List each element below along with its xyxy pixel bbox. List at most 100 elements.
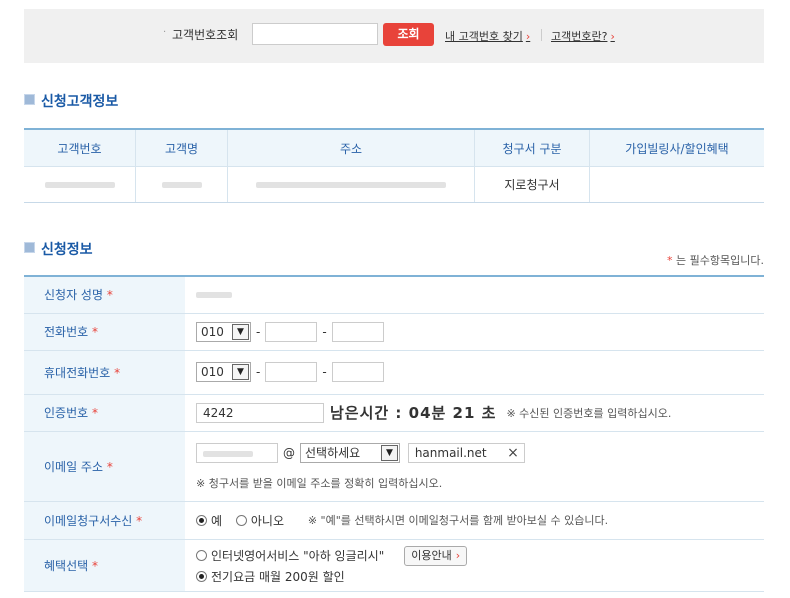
dash: - [256,324,261,339]
customer-info-table: 고객번호 고객명 주소 청구서 구분 가입빌링사/할인혜택 지로청구서 [24,128,764,203]
ebill-hint: ※ "예"를 선택하시면 이메일청구서를 함께 받아보실 수 있습니다. [307,514,609,527]
required-star: * [114,365,121,380]
row-ebill: 이메일청구서수신 * 예 아니오 ※ "예"를 선택하시면 이메일청구서를 함께… [24,501,764,540]
ebill-yes-radio[interactable] [196,514,207,526]
required-star: * [92,325,98,339]
phone-last-input[interactable] [331,321,384,342]
label-text: 인증번호 [44,406,89,420]
mobile-fields: 010 ▼ - - [185,350,764,395]
label-mobile: 휴대전화번호 * [24,350,185,395]
row-auth-code: 인증번호 * 4242 남은시간 : 04분 21 초 ※ 수신된 인증번호를 입력… [24,394,764,432]
redacted-text [44,182,115,188]
value-applicant-name [185,276,764,314]
phone-fields: 010 ▼ - - [185,313,764,351]
benefit-english-label: 인터넷영어서비스 "아하 잉글리시" [211,549,385,563]
email-hint: ※ 청구서를 받을 이메일 주소를 정확히 입력하십시오. [196,477,443,490]
phone-prefix-select[interactable]: 010 ▼ [196,321,251,342]
cell-benefit [589,166,764,203]
ebill-yes-label: 예 [211,513,223,528]
remaining-time: 남은시간 : 04분 21 초 [330,404,497,422]
find-customer-number-link[interactable]: 내 고객번호 찾기 › [445,28,530,44]
chevron-down-icon: ▼ [232,323,249,340]
row-phone: 전화번호 * 010 ▼ - - [24,313,764,351]
label-auth-code: 인증번호 * [24,394,185,432]
what-is-customer-number-link[interactable]: 고객번호란? › [551,28,615,44]
benefit-english-radio[interactable] [196,550,207,561]
email-input-line: @ 선택하세요 ▼ hanmail.net × [196,443,763,463]
email-domain-input[interactable]: hanmail.net × [407,443,525,463]
label-phone: 전화번호 * [24,313,185,351]
cell-customer-number [24,166,136,203]
chevron-down-icon: ▼ [381,445,398,461]
cell-address [227,166,475,203]
select-value: 선택하세요 [305,446,361,460]
mobile-prefix-select[interactable]: 010 ▼ [196,362,251,382]
cell-customer-name [135,166,228,203]
email-fields: @ 선택하세요 ▼ hanmail.net × ※ 청구서를 받을 이메일 주소를 정… [185,431,764,502]
search-button[interactable]: 조회 [383,23,434,46]
at-sign: @ [283,446,295,460]
dash: - [256,365,261,379]
row-applicant-name: 신청자 성명 * [24,276,764,314]
label-text: 이메일청구서수신 [44,513,133,528]
benefit-discount-label: 전기요금 매월 200원 할인 [211,569,345,584]
col-customer-number: 고객번호 [24,129,136,167]
mobile-last-input[interactable] [331,362,384,382]
usage-guide-button[interactable]: 이용안내 › [404,545,468,566]
col-benefit: 가입빌링사/할인혜택 [589,129,764,167]
benefit-option-1: 인터넷영어서비스 "아하 잉글리시" 이용안내 › [196,545,763,566]
auth-hint: ※ 수신된 인증번호를 입력하십시오. [506,406,672,420]
auth-code-input[interactable]: 4242 [196,402,324,423]
application-info-title: 신청정보 [24,239,93,259]
benefit-discount-radio[interactable] [196,570,207,582]
email-id-input[interactable] [196,443,278,463]
redacted-text [203,450,253,457]
row-benefit: 혜택선택 * 인터넷영어서비스 "아하 잉글리시" 이용안내 › 전기요금 매월 2… [24,539,764,592]
lookup-label: 고객번호조회 [172,28,239,42]
clear-icon[interactable]: × [507,444,519,462]
label-text: 신청자 성명 [44,288,104,303]
customer-number-input[interactable] [252,23,378,45]
cell-billing-type: 지로청구서 [474,166,590,203]
dash: - [322,365,327,379]
label-email: 이메일 주소 * [24,431,185,502]
application-form: 신청자 성명 * 전화번호 * 010 ▼ - - 휴대전화번호 * 010 ▼ - - 인… [24,275,764,592]
redacted-text [161,182,202,188]
redacted-text [196,292,232,299]
label-text: 혜택선택 [44,558,89,573]
bullet: · [163,27,167,38]
ebill-no-radio[interactable] [235,514,247,526]
domain-value: hanmail.net [414,446,487,460]
chevron-right-icon: › [455,548,461,562]
what-link-label: 고객번호란? [551,30,608,43]
mobile-middle-input[interactable] [265,362,318,382]
label-ebill: 이메일청구서수신 * [24,501,185,540]
application-info-title-text: 신청정보 [41,242,93,258]
col-customer-name: 고객명 [135,129,228,167]
ebill-options: 예 아니오 ※ "예"를 선택하시면 이메일청구서를 함께 받아보실 수 있습니… [185,501,764,540]
required-star: * [92,558,98,573]
label-text: 전화번호 [44,325,89,339]
dash: - [322,324,327,339]
chevron-right-icon: › [525,30,531,43]
required-star: * [92,406,98,420]
select-value: 010 [201,365,224,379]
required-star: * [106,459,113,474]
customer-info-title-text: 신청고객정보 [41,94,119,110]
label-text: 휴대전화번호 [44,365,111,380]
label-text: 이메일 주소 [44,459,104,474]
chevron-right-icon: › [610,30,615,43]
phone-middle-input[interactable] [265,321,318,342]
divider [541,29,542,41]
col-address: 주소 [227,129,475,167]
chevron-down-icon: ▼ [232,364,249,380]
section-square-icon [24,94,35,105]
required-note-text: 는 필수항목입니다. [672,254,764,267]
email-domain-select[interactable]: 선택하세요 ▼ [300,443,400,463]
auth-fields: 4242 남은시간 : 04분 21 초 ※ 수신된 인증번호를 입력하십시오. [185,394,764,432]
required-star: * [106,288,113,303]
row-mobile: 휴대전화번호 * 010 ▼ - - [24,350,764,395]
required-note: * 는 필수항목입니다. [667,252,764,268]
required-star: * [136,513,143,528]
label-benefit: 혜택선택 * [24,539,185,592]
